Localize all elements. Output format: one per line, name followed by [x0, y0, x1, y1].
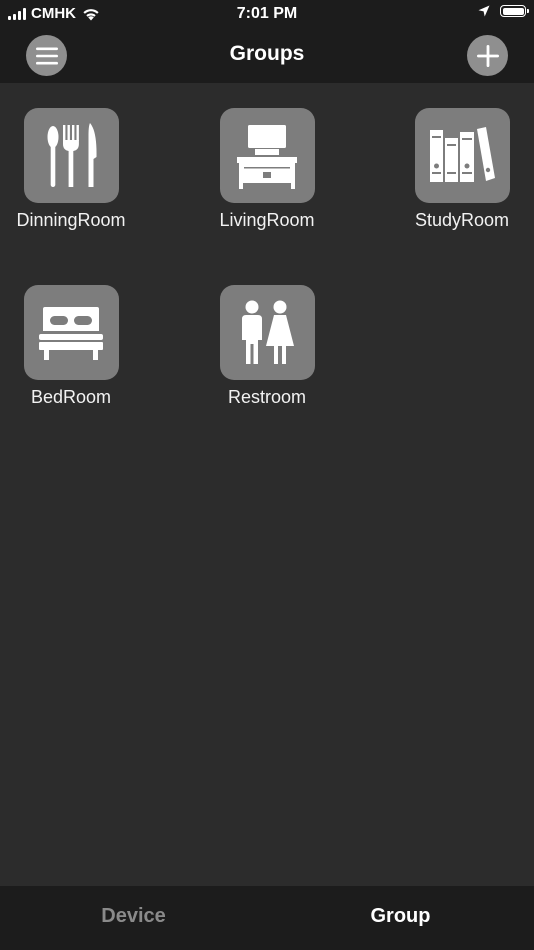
cutlery-icon — [47, 122, 97, 187]
location-icon — [478, 5, 490, 17]
group-tile-restroom[interactable] — [219, 285, 315, 380]
tab-bar: Device Group — [0, 886, 534, 950]
group-restroom[interactable]: Restroom — [202, 285, 332, 408]
group-studyroom[interactable]: StudyRoom — [397, 108, 527, 231]
group-label: StudyRoom — [414, 210, 510, 230]
status-right — [478, 5, 529, 17]
group-label: Restroom — [227, 387, 307, 407]
bed-icon — [39, 306, 103, 360]
group-tile-dinningroom[interactable] — [23, 108, 119, 203]
group-tile-studyroom[interactable] — [414, 108, 510, 203]
books-icon — [430, 126, 495, 182]
group-tile-livingroom[interactable] — [219, 108, 315, 203]
add-group-button[interactable] — [467, 35, 508, 76]
tab-group[interactable]: Group — [267, 905, 534, 928]
page-title: Groups — [229, 42, 305, 65]
tv-stand-icon — [237, 124, 297, 189]
group-livingroom[interactable]: LivingRoom — [202, 108, 332, 231]
group-label: LivingRoom — [219, 210, 315, 230]
group-dinningroom[interactable]: DinningRoom — [6, 108, 136, 231]
status-bar: CMHK 7:01 PM — [0, 0, 534, 28]
group-tile-bedroom[interactable] — [23, 285, 119, 380]
nav-bar: Groups — [0, 28, 534, 83]
groups-grid: DinningRoom LivingRoom StudyRoom BedRoom… — [0, 83, 534, 886]
battery-icon — [500, 5, 529, 17]
group-label: DinningRoom — [16, 210, 126, 230]
plus-icon — [476, 44, 499, 67]
tab-device[interactable]: Device — [0, 905, 267, 928]
status-time: 7:01 PM — [236, 5, 298, 22]
restroom-icon — [242, 300, 294, 364]
group-bedroom[interactable]: BedRoom — [6, 285, 136, 408]
group-label: BedRoom — [30, 387, 112, 407]
